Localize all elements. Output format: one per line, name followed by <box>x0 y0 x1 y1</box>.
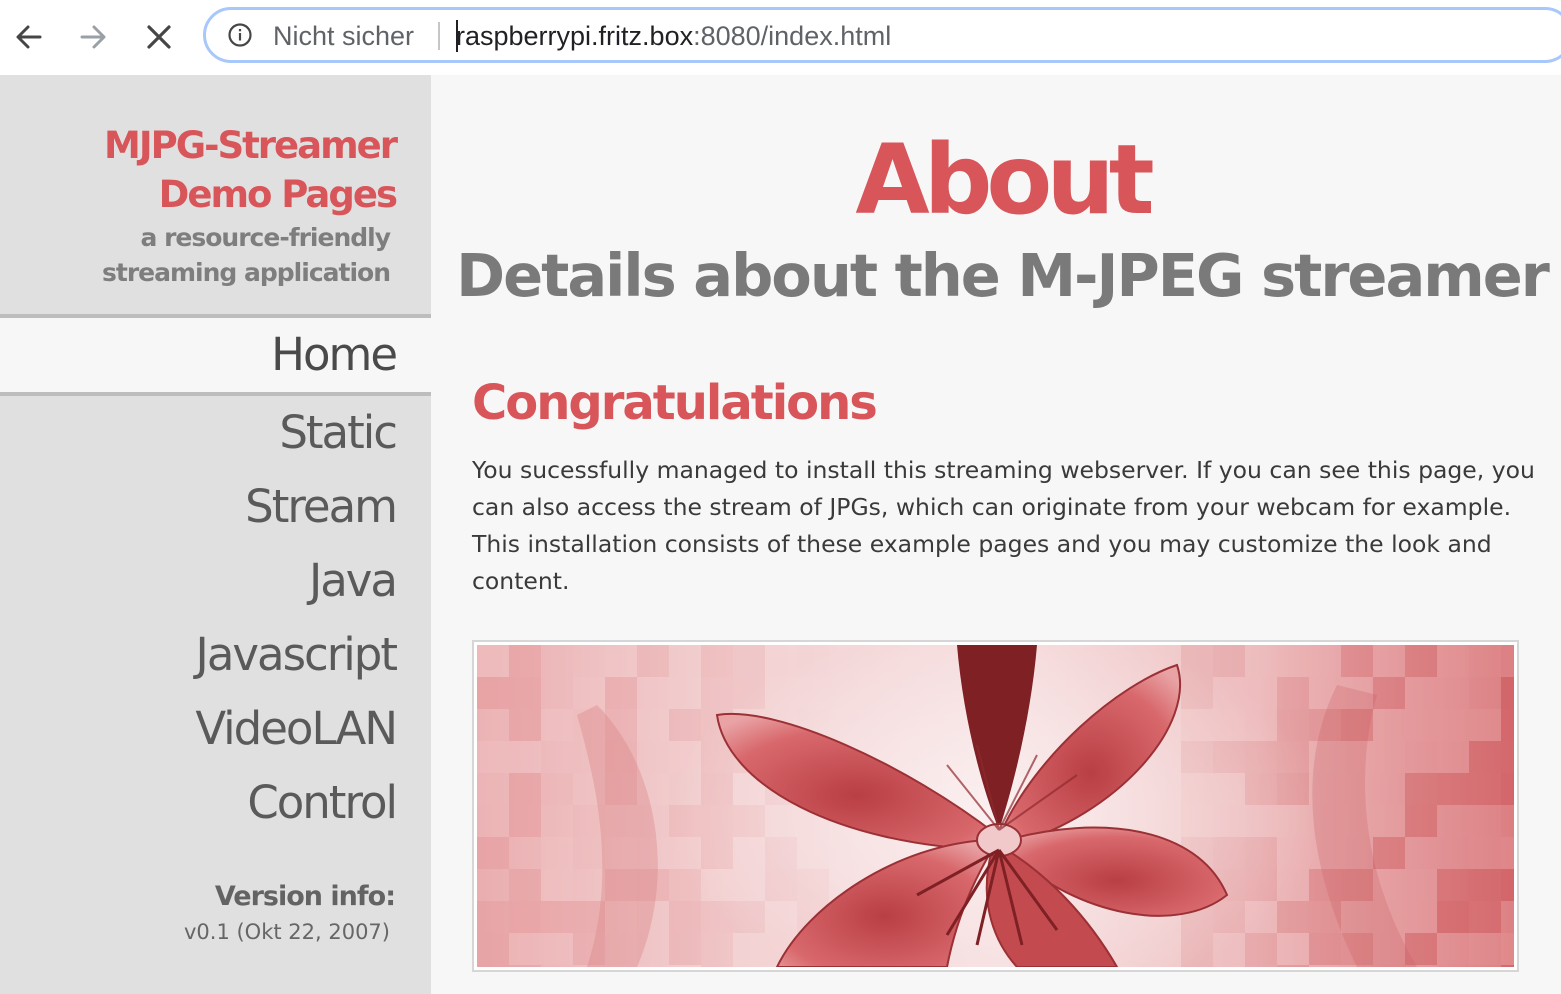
brand-title-line1: MJPG-Streamer <box>104 124 398 167</box>
nav-item-stream[interactable]: Stream <box>0 470 431 544</box>
sidebar: MJPG-Streamer Demo Pages a resource-frie… <box>0 75 431 994</box>
version-value: v0.1 (Okt 22, 2007) <box>183 920 390 944</box>
back-button[interactable] <box>7 15 51 59</box>
hero-image-frame <box>472 640 1519 972</box>
url-path: :8080/index.html <box>693 21 892 51</box>
nav-item-videolan[interactable]: VideoLAN <box>0 692 431 766</box>
tagline-line1: a resource-friendly <box>140 223 391 252</box>
sidebar-nav: Home Static Stream Java Javascript Video… <box>0 314 431 840</box>
tagline-line2: streaming application <box>102 258 391 287</box>
nav-item-control[interactable]: Control <box>0 766 431 840</box>
page-subtitle: Details about the M-JPEG streamer <box>456 241 1550 310</box>
url-text[interactable]: raspberrypi.fritz.box:8080/index.html <box>456 21 891 52</box>
section-heading: Congratulations <box>472 375 878 431</box>
info-icon[interactable] <box>228 23 252 47</box>
browser-toolbar: Nicht sicher raspberrypi.fritz.box:8080/… <box>0 0 1561 75</box>
main-content: About Details about the M-JPEG streamer … <box>431 75 1561 994</box>
nav-item-static[interactable]: Static <box>0 396 431 470</box>
forward-button[interactable] <box>71 15 115 59</box>
version-title: Version info: <box>214 881 396 912</box>
nav-item-javascript[interactable]: Javascript <box>0 618 431 692</box>
url-host: raspberrypi.fritz.box <box>456 21 694 51</box>
flower-hero-image <box>477 645 1514 967</box>
omnibox-divider <box>438 22 440 50</box>
address-bar[interactable]: Nicht sicher raspberrypi.fritz.box:8080/… <box>203 7 1561 63</box>
brand-block: MJPG-Streamer Demo Pages a resource-frie… <box>102 121 398 289</box>
text-caret <box>456 20 458 52</box>
nav-item-java[interactable]: Java <box>0 544 431 618</box>
nav-item-home[interactable]: Home <box>0 314 431 396</box>
page-title: About <box>855 124 1154 236</box>
intro-paragraph: You sucessfully managed to install this … <box>472 456 1535 595</box>
brand-title-line2: Demo Pages <box>158 173 398 216</box>
stop-loading-icon <box>147 25 171 49</box>
forward-arrow-icon <box>80 25 106 49</box>
stop-loading-button[interactable] <box>137 15 181 59</box>
back-arrow-icon <box>16 25 42 49</box>
version-info: Version info: v0.1 (Okt 22, 2007) <box>183 881 396 944</box>
security-status-label[interactable]: Nicht sicher <box>273 21 414 52</box>
